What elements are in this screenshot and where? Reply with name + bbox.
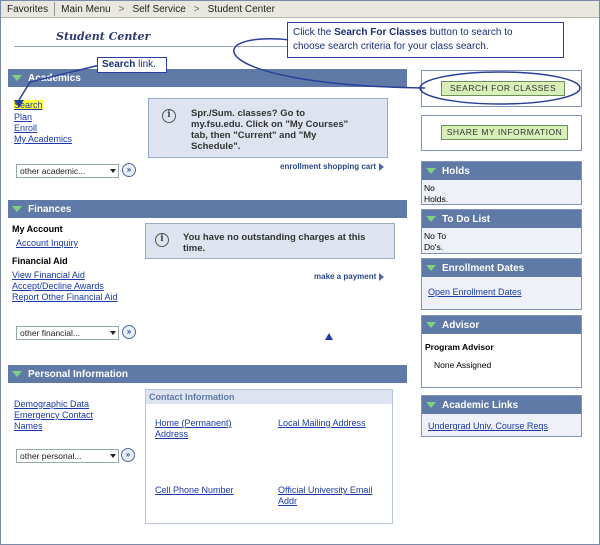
callout-bold: Search xyxy=(102,59,136,70)
callout-pointer-line xyxy=(18,64,101,101)
search-classes-callout: Click the Search For Classes button to s… xyxy=(287,22,564,58)
callout-text: button to search to xyxy=(426,27,513,38)
pointer-arrow-icon xyxy=(14,100,24,108)
callout-text: choose search criteria for your class se… xyxy=(293,41,489,52)
search-classes-highlight-ellipse xyxy=(419,71,581,105)
search-link-callout: Search link. xyxy=(97,57,167,73)
callout-text: Click the xyxy=(293,27,335,38)
callout-text: link. xyxy=(135,59,156,70)
annotation-overlay xyxy=(14,38,581,108)
callout-bold: Search For Classes xyxy=(334,27,427,38)
